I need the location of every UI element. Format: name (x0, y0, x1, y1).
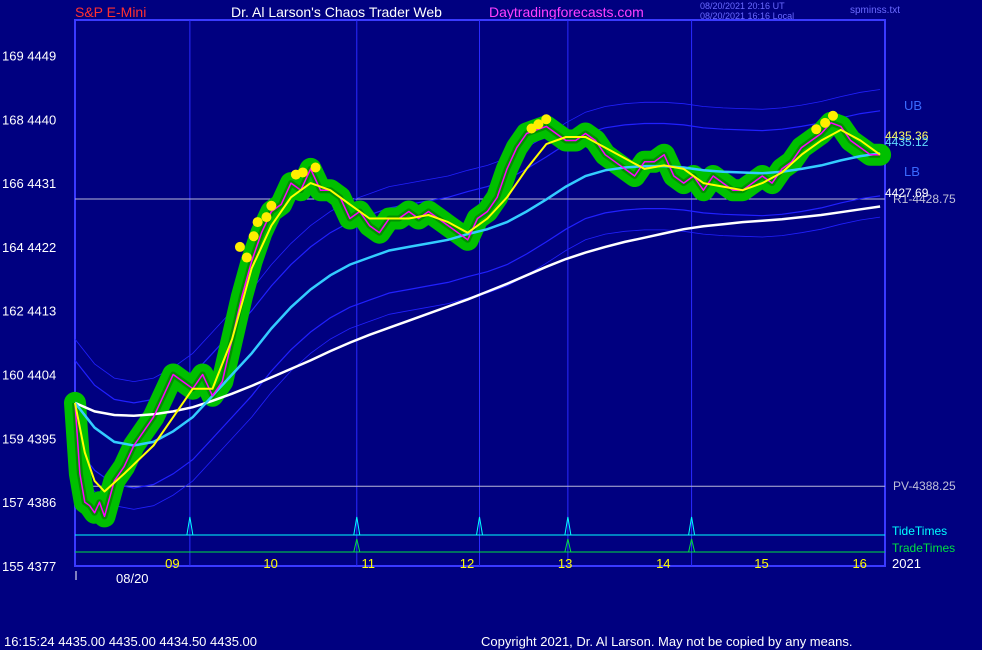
blue-bands (74, 89, 881, 510)
highlight-dot (261, 212, 272, 223)
y-tick-label: 169 4449 (2, 48, 56, 63)
highlight-dot (234, 241, 245, 252)
cyan-line (74, 152, 881, 447)
y-tick-label: 164 4422 (2, 240, 56, 255)
x-tick-label: 10 (263, 556, 277, 571)
y-tick-label: 162 4413 (2, 304, 56, 319)
envelope-band (74, 110, 881, 404)
y-tick-label: 157 4386 (2, 495, 56, 510)
copyright-text: Copyright 2021, Dr. Al Larson. May not b… (481, 634, 853, 649)
y-tick-label: 160 4404 (2, 368, 56, 383)
date-label: 08/20 (116, 571, 149, 586)
highlight-dot (827, 110, 838, 121)
highlight-dot (541, 114, 552, 125)
quote-readout: 16:15:24 4435.00 4435.00 4434.50 4435.00 (4, 634, 258, 649)
highlight-dot (811, 124, 822, 135)
y-tick-label: 168 4440 (2, 112, 56, 127)
envelope-band (74, 216, 881, 510)
highlight-dot (310, 162, 321, 173)
highlight-dot (248, 231, 259, 242)
highlight-dot (297, 167, 308, 178)
upper-band-label: UB (904, 98, 922, 113)
green-band (64, 111, 892, 528)
tide-times-label: TideTimes (892, 524, 947, 538)
x-tick-label: 14 (656, 556, 670, 571)
last-value-white: 4427.69 (885, 186, 929, 200)
highlight-dot (252, 217, 263, 228)
lower-band-label: LB (904, 164, 920, 179)
y-tick-label: 159 4395 (2, 431, 56, 446)
highlight-dot (241, 252, 252, 263)
highlight-dot (820, 117, 831, 128)
y-tick-label: 166 4431 (2, 176, 56, 191)
price-chart: R1-4428.75PV-4388.25TideTimesTradeTimes1… (2, 19, 956, 586)
x-tick-label: 11 (362, 556, 376, 571)
green-band-core (72, 119, 881, 520)
x-tick-label: 12 (460, 556, 474, 571)
last-value-cyan: 4435.12 (885, 135, 929, 149)
highlight-dot (266, 200, 277, 211)
x-tick-label: 15 (754, 556, 768, 571)
y-tick-label: 155 4377 (2, 559, 56, 574)
trade-times-label: TradeTimes (892, 541, 955, 555)
level-label-pv: PV-4388.25 (893, 479, 956, 493)
x-tick-label: 09 (165, 556, 179, 571)
yellow-line (74, 128, 881, 493)
year-label: 2021 (892, 556, 921, 571)
x-tick-label: 13 (558, 556, 572, 571)
x-tick-label: 16 (852, 556, 866, 571)
